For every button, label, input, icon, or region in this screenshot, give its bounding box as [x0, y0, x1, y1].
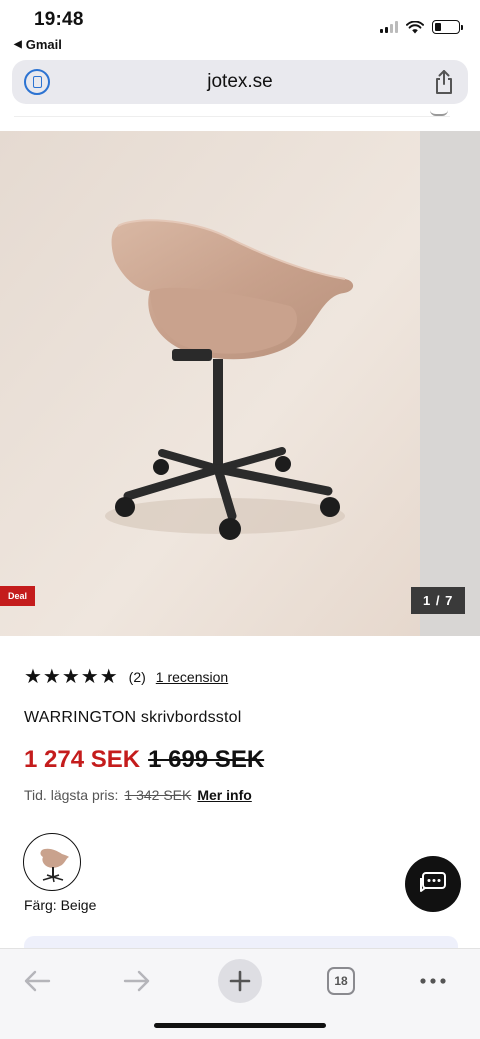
lowest-price-label: Tid. lägsta pris: [24, 787, 119, 803]
chat-button[interactable] [405, 856, 461, 912]
original-price: 1 699 SEK [148, 746, 265, 773]
product-gallery[interactable]: Deal 1 / 7 [0, 131, 480, 636]
product-image[interactable] [0, 131, 420, 636]
chair-thumbnail [40, 848, 69, 883]
status-time: 19:48 [34, 9, 84, 30]
back-caret-icon: ◀ [14, 39, 22, 50]
product-title: WARRINGTON skrivbordsstol [24, 709, 242, 726]
current-price: 1 274 SEK [24, 746, 141, 773]
lowest-price-value: 1 342 SEK [124, 787, 192, 803]
tabs-count: 18 [327, 967, 355, 995]
back-button[interactable] [15, 959, 59, 1003]
color-label: Färg: Beige [24, 897, 97, 913]
back-arrow-icon [24, 970, 51, 992]
more-dots-icon [420, 978, 446, 984]
price-row: 1 274 SEK 1 699 SEK [24, 746, 264, 774]
next-slide-preview[interactable] [420, 131, 480, 636]
browser-toolbar: 18 [0, 948, 480, 1039]
home-indicator [154, 1023, 326, 1028]
battery-icon [432, 20, 463, 34]
rating-count: (2) [128, 668, 146, 685]
more-menu-button[interactable] [411, 959, 455, 1003]
chat-icon [420, 872, 446, 892]
forward-arrow-icon [123, 970, 150, 992]
address-bar[interactable]: jotex.se [12, 60, 468, 104]
new-tab-button[interactable] [218, 959, 262, 1003]
header-sliver [0, 110, 480, 131]
lowest-price-row: Tid. lägsta pris: 1 342 SEK Mer info [24, 787, 252, 803]
wifi-icon [406, 20, 424, 33]
more-info-link[interactable]: Mer info [197, 787, 251, 803]
back-to-app-link[interactable]: ◀ Gmail [14, 37, 62, 52]
share-icon[interactable] [432, 69, 456, 95]
url-text[interactable]: jotex.se [12, 71, 468, 93]
rating-row: ★★★★★ (2) 1 recension [24, 664, 228, 689]
slide-counter: 1 / 7 [411, 587, 466, 614]
rating-stars: ★★★★★ [24, 666, 119, 688]
cellular-signal-icon [380, 21, 398, 33]
reviews-link[interactable]: 1 recension [156, 669, 228, 685]
deal-badge: Deal [0, 586, 36, 606]
tabs-button[interactable]: 18 [319, 959, 363, 1003]
plus-icon [229, 970, 251, 992]
back-app-label: Gmail [25, 37, 62, 52]
status-icons [380, 20, 463, 34]
forward-button[interactable] [115, 959, 159, 1003]
status-bar: 19:48 ◀ Gmail [0, 0, 480, 56]
color-swatch-beige[interactable] [23, 833, 81, 891]
